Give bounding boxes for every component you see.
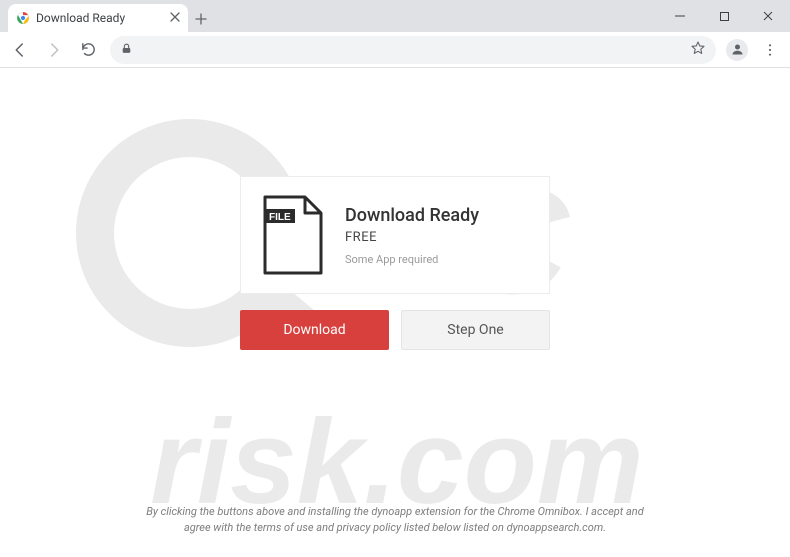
- tab-title: Download Ready: [36, 11, 164, 25]
- page-viewport: risk.com PC FILE Download Ready FREE Som…: [0, 68, 790, 557]
- disclaimer-text: By clicking the buttons above and instal…: [0, 504, 790, 535]
- card-requirement: Some App required: [345, 253, 479, 266]
- tab-favicon: [16, 11, 30, 25]
- download-card: FILE Download Ready FREE Some App requir…: [240, 176, 550, 294]
- button-row: Download Step One: [240, 310, 550, 350]
- new-tab-button[interactable]: [188, 6, 214, 32]
- lock-icon: [120, 40, 133, 59]
- card-title: Download Ready: [345, 205, 479, 226]
- browser-toolbar: [0, 32, 790, 68]
- file-icon: FILE: [261, 195, 325, 275]
- browser-title-bar: Download Ready: [0, 0, 790, 32]
- window-controls: [658, 0, 790, 32]
- browser-menu-button[interactable]: [758, 42, 782, 58]
- window-minimize-button[interactable]: [658, 0, 702, 32]
- window-maximize-button[interactable]: [702, 0, 746, 32]
- download-button[interactable]: Download: [240, 310, 389, 350]
- card-price: FREE: [345, 230, 479, 245]
- window-close-button[interactable]: [746, 0, 790, 32]
- back-button[interactable]: [8, 38, 32, 62]
- step-one-button[interactable]: Step One: [401, 310, 550, 350]
- forward-button[interactable]: [42, 38, 66, 62]
- url-input[interactable]: [141, 42, 682, 57]
- page-content: FILE Download Ready FREE Some App requir…: [0, 68, 790, 350]
- address-bar[interactable]: [110, 36, 716, 64]
- tab-close-icon[interactable]: [170, 12, 180, 25]
- svg-text:FILE: FILE: [269, 212, 291, 223]
- reload-button[interactable]: [76, 38, 100, 62]
- card-text: Download Ready FREE Some App required: [345, 205, 479, 266]
- bookmark-star-icon[interactable]: [690, 40, 706, 60]
- browser-tab[interactable]: Download Ready: [8, 4, 188, 32]
- profile-avatar[interactable]: [726, 39, 748, 61]
